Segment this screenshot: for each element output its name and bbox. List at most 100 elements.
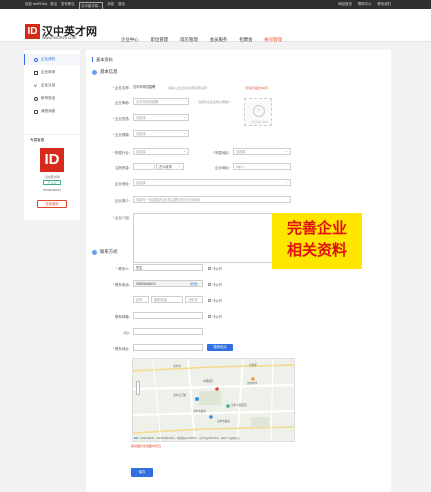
contact-person-private[interactable]: 不公开 [208,266,222,271]
industry-label: * 所属行业： [112,151,132,155]
service-logo: ID [40,148,64,172]
nature-select[interactable]: 请选择 [133,114,189,121]
capital-input[interactable] [133,163,155,170]
nature-label: * 企业性质： [112,117,132,121]
nav-account[interactable]: 帐号管理 [265,37,283,43]
nav-company-center[interactable]: 企业中心 [121,37,139,43]
image-icon [34,70,38,75]
website-label: 企业网址： [215,166,232,170]
logo-upload[interactable]: + 上传企业LOGO [244,98,272,126]
section-title: 基本信息 [100,69,118,74]
sidebar-item-label: 企业资料 [41,57,56,61]
region-select[interactable]: 请选择 [233,148,291,155]
short-name-input[interactable]: 汉中市测试招聘 [133,98,189,105]
shield-icon [34,96,38,101]
site-header: ID 汉中英才网 www.hv0916.com 企业中心 职位管理 简历管理 会… [0,9,431,42]
sidebar: 企业资料 企业风采 V 企业认证 帐号安全 我的消息 专属客服 ID 汉中英才网… [24,50,80,220]
map-zoom-control[interactable] [136,381,140,395]
sidebar-item-company-info[interactable]: 企业资料 [24,54,80,65]
map-label: 中国银行 [203,380,214,383]
company-name-hint: 请输入企业营业执照完整名称 [168,85,208,90]
home-link[interactable]: 网站首页 [338,0,352,9]
callout-line: 完善企业 [286,220,347,237]
nav-resume-management[interactable]: 简历管理 [180,37,198,43]
qq-input[interactable] [133,328,203,335]
checkbox-icon [208,299,211,302]
map-label: 汉中市政府 [217,420,230,423]
tags-input[interactable]: 请填写一句话描述企业的主要业务与行业领域 [133,196,291,203]
user-icon [34,57,38,62]
section-contact: 联系方式 [92,249,118,255]
capital-label: 注册资金： [115,166,132,170]
upload-icon: + [253,105,265,117]
sidebar-item-company-style[interactable]: 企业风采 [24,67,80,78]
sidebar-item-certification[interactable]: V 企业认证 [24,80,80,91]
tags-label: 企业简介： [115,199,132,203]
sidebar-item-messages[interactable]: 我的消息 [24,106,80,117]
email-input[interactable] [133,312,203,319]
short-name-label: 企业简称： [115,101,132,105]
map-label: 汉中中学 [247,382,258,385]
location-map[interactable]: 汉中市 汉台区 中国银行 汉中中学 汉中石门路 汉中人民医院 汉中市政府 汉中市… [132,358,295,442]
scale-label: * 企业规模： [112,133,132,137]
contact-person-input[interactable]: 先生 [133,264,203,271]
tel-private[interactable]: 不公开 [208,298,222,303]
nav-member-service[interactable]: 会员服务 [210,37,228,43]
phone-edit-link[interactable]: [修改] [190,282,198,286]
sidebar-item-security[interactable]: 帐号安全 [24,93,80,104]
verified-badge: 已认证 [43,180,61,185]
phone-private[interactable]: 不公开 [208,282,222,287]
website-input[interactable]: http:// [233,163,291,170]
message-icon [34,109,38,114]
callout-line: 相关资料 [286,242,347,259]
section-bullet-icon [92,69,97,75]
location-input[interactable] [133,344,203,351]
tel-ext-input[interactable]: 分机号 [185,296,203,303]
map-locate-hint: 拖动图标在地图中定位 [131,444,162,448]
map-label: 汉中市政府 [193,410,206,413]
sidebar-item-label: 我的消息 [41,109,56,113]
tel-number-input[interactable]: 座机电话 [151,296,183,303]
address-label: 企业地址： [115,182,132,186]
tel-area-input[interactable]: 区号 [133,296,149,303]
email-label: 联系邮箱： [115,315,132,319]
qq-label: QQ： [123,331,132,335]
intro-textarea[interactable] [133,213,291,263]
search-location-button[interactable]: 搜索地点 [207,344,233,351]
site-logo[interactable]: ID 汉中英才网 www.hv0916.com [25,23,97,43]
nav-job-fair[interactable]: 招聘会 [239,37,252,43]
location-label: * 联系地址： [112,347,132,351]
company-name-limit: （字段不超过30字） [243,85,271,90]
section-bullet-icon [92,249,97,255]
online-consult-button[interactable]: 在线咨询 [37,200,67,208]
capital-unit-select[interactable]: 万人民币 [156,163,184,170]
sidebar-item-label: 帐号安全 [41,96,56,100]
service-phone: 15309160612 [42,188,62,192]
region-label: * 所属地区： [212,151,232,155]
industry-select[interactable]: 请选择 [133,148,189,155]
top-bar: 欢迎 hrv0916a，退出 发布职位 汉中英才网... 消息 退出 网站首页 … [0,0,431,10]
save-button[interactable]: 保存 [131,468,153,477]
map-label: 汉台区 [249,364,257,367]
company-name-label: * 企业名称： [112,86,132,90]
section-title: 联系方式 [100,249,118,254]
page-title: 基本资料 [92,57,113,62]
upload-caption: 上传企业LOGO [250,121,268,124]
section-basic-info: 基本信息 [92,69,118,75]
email-private[interactable]: 不公开 [208,314,222,319]
map-label: 汉中石门路 [173,394,186,397]
company-name-value: 汉中市测试招聘 [133,84,167,91]
scale-select[interactable]: 请选择 [133,130,189,137]
address-select[interactable]: 请选择 [133,179,291,186]
nav-job-management[interactable]: 职位管理 [151,37,169,43]
main-nav: 企业中心 职位管理 简历管理 会员服务 招聘会 帐号管理 [121,37,282,43]
map-credit: Bai © 2020 Baidu - GS(2019)5218号 - 甲测资字1… [134,437,240,440]
v-badge-icon: V [34,82,37,88]
contact-link[interactable]: 联系我们 [377,0,391,9]
contact-person-label: * 联系人： [116,267,132,271]
map-label: 汉中市 [173,365,181,368]
intro-label: * 企业介绍： [112,216,132,220]
sidebar-section-title: 专属客服 [30,138,45,142]
help-link[interactable]: 帮助中心 [358,0,372,9]
sidebar-divider [24,134,80,135]
